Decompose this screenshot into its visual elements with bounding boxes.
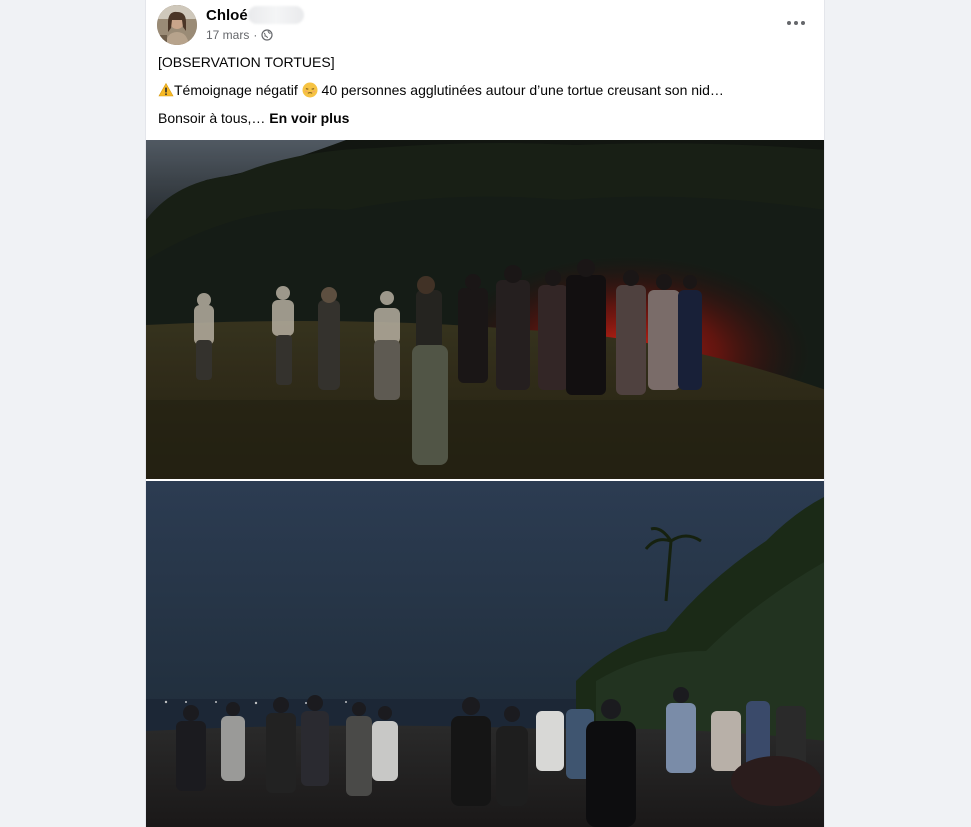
post-header: Chloé 17 mars ·: [146, 0, 824, 50]
more-horizontal-icon: [787, 21, 805, 25]
pensive-face-icon: [302, 82, 318, 98]
see-more-link[interactable]: En voir plus: [269, 110, 349, 126]
post-photo-2[interactable]: [146, 481, 824, 827]
more-options-button[interactable]: [782, 9, 810, 37]
post-meta: 17 mars ·: [206, 28, 273, 42]
post-date[interactable]: 17 mars: [206, 28, 249, 42]
post-title-line: [OBSERVATION TORTUES]: [158, 52, 808, 72]
post-summary-line: Témoignage négatif 40 personnes agglutin…: [158, 80, 808, 100]
summary-text: 40 personnes agglutinées autour d’une to…: [321, 82, 724, 98]
warning-icon: [158, 82, 174, 98]
meta-separator: ·: [253, 28, 258, 42]
post-photo-1[interactable]: [146, 140, 824, 479]
author-name[interactable]: Chloé: [206, 7, 248, 24]
globe-icon[interactable]: [261, 29, 273, 41]
post-card: Chloé 17 mars · [OBSERVATION TORTUES] Té…: [145, 0, 825, 827]
dusk-beach-crowd-photo: [146, 481, 824, 827]
post-body-preview: Bonsoir à tous,…: [158, 110, 266, 126]
redacted-surname: [248, 6, 304, 24]
post-text: [OBSERVATION TORTUES] Témoignage négatif: [158, 52, 808, 136]
post-title: [OBSERVATION TORTUES]: [158, 54, 335, 70]
author-avatar[interactable]: [157, 5, 197, 45]
post-body-line: Bonsoir à tous,… En voir plus: [158, 108, 808, 128]
night-beach-red-light-photo: [146, 140, 824, 479]
summary-label: Témoignage négatif: [174, 82, 298, 98]
news-feed: Chloé 17 mars · [OBSERVATION TORTUES] Té…: [0, 0, 971, 827]
avatar-photo: [157, 5, 197, 45]
